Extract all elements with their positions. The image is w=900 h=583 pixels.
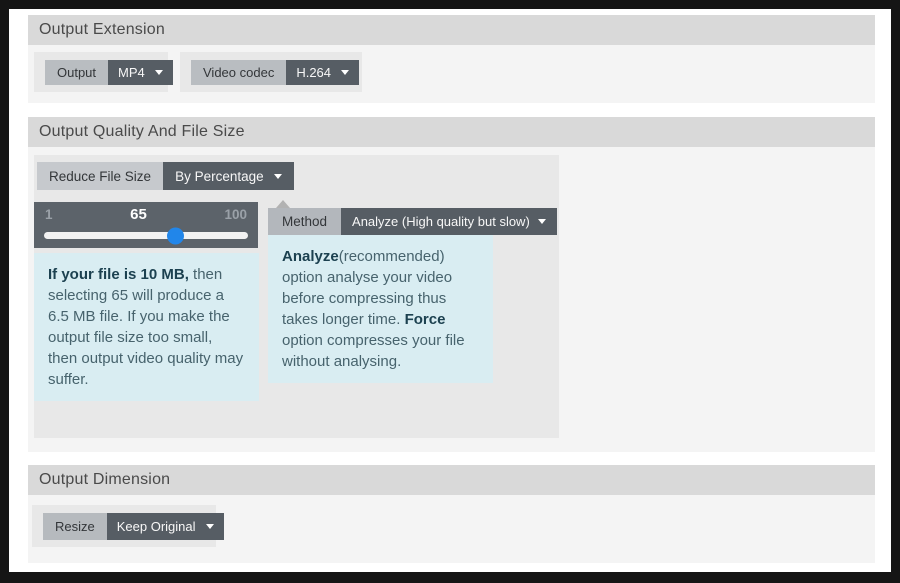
chevron-down-icon	[206, 524, 214, 529]
method-info-box: Analyze(recommended) option analyse your…	[268, 235, 493, 383]
chevron-down-icon	[274, 174, 282, 179]
method-value: Analyze (High quality but slow)	[352, 214, 530, 229]
resize-panel: Resize Keep Original	[32, 505, 216, 547]
video-codec-panel: Video codec H.264	[180, 52, 362, 92]
slider-max-label: 100	[224, 207, 247, 222]
output-format-value: MP4	[118, 65, 145, 80]
file-size-info-bold: If your file is 10 MB,	[48, 266, 189, 283]
app-window-frame: Output Extension Output MP4 Video codec …	[0, 0, 900, 583]
video-codec-value: H.264	[296, 65, 331, 80]
file-size-info-text: then selecting 65 will produce a 6.5 MB …	[48, 266, 243, 388]
section-title-output-dimension: Output Dimension	[39, 471, 170, 489]
reduce-mode-value: By Percentage	[175, 169, 264, 184]
settings-page: Output Extension Output MP4 Video codec …	[9, 9, 891, 572]
slider-thumb[interactable]	[167, 227, 184, 244]
video-codec-label: Video codec	[191, 60, 286, 85]
section-output-extension: Output Extension Output MP4 Video codec …	[28, 15, 875, 103]
resize-dropdown[interactable]: Keep Original	[107, 513, 224, 540]
section-title-output-quality: Output Quality And File Size	[39, 123, 245, 141]
method-control: Method Analyze (High quality but slow)	[268, 208, 557, 235]
slider-min-label: 1	[45, 207, 53, 222]
resize-label: Resize	[43, 513, 107, 540]
section-output-quality: Output Quality And File Size Reduce File…	[28, 117, 875, 452]
section-output-dimension: Output Dimension Resize Keep Original	[28, 465, 875, 563]
video-codec-control: Video codec H.264	[191, 60, 359, 85]
output-format-label: Output	[45, 60, 108, 85]
file-size-info-box: If your file is 10 MB, then selecting 65…	[34, 253, 259, 401]
method-label: Method	[268, 208, 341, 235]
method-info-text-2: option compresses your file without anal…	[282, 332, 465, 370]
section-header: Output Quality And File Size	[28, 117, 875, 147]
chevron-down-icon	[341, 70, 349, 75]
resize-control: Resize Keep Original	[43, 513, 224, 540]
section-title-output-extension: Output Extension	[39, 21, 165, 39]
video-codec-dropdown[interactable]: H.264	[286, 60, 359, 85]
output-format-dropdown[interactable]: MP4	[108, 60, 173, 85]
tooltip-arrow-icon	[276, 200, 290, 208]
chevron-down-icon	[538, 219, 546, 224]
section-header: Output Dimension	[28, 465, 875, 495]
percentage-slider-panel: 1 65 100	[34, 202, 258, 248]
output-format-control: Output MP4	[45, 60, 173, 85]
method-info-bold-force: Force	[405, 311, 446, 328]
method-dropdown[interactable]: Analyze (High quality but slow)	[341, 208, 557, 235]
resize-value: Keep Original	[117, 519, 196, 534]
slider-labels: 1 65 100	[34, 202, 258, 223]
chevron-down-icon	[155, 70, 163, 75]
quality-settings-panel: Reduce File Size By Percentage 1 65 100	[34, 155, 559, 438]
output-format-panel: Output MP4	[34, 52, 168, 92]
slider-current-value: 65	[130, 206, 147, 223]
reduce-file-size-control: Reduce File Size By Percentage	[37, 162, 294, 190]
section-header: Output Extension	[28, 15, 875, 45]
slider-track[interactable]	[44, 232, 248, 239]
reduce-file-size-label: Reduce File Size	[37, 162, 163, 190]
method-info-bold-analyze: Analyze	[282, 248, 339, 265]
reduce-mode-dropdown[interactable]: By Percentage	[163, 162, 294, 190]
